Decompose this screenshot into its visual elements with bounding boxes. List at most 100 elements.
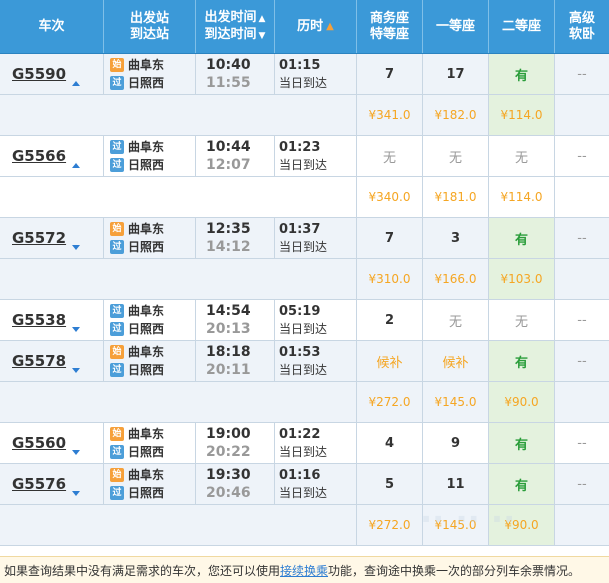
header-adv-soft: 高级 软卧 (568, 10, 595, 42)
duration-cell: 01:16 当日到达 (275, 464, 357, 504)
train-code-link[interactable]: G5590 (12, 65, 66, 83)
from-station: 始曲阜东 (110, 222, 164, 237)
seat-cell: 有 (489, 54, 555, 94)
table-row: G5560 始曲阜东 过日照西 19:00 20:22 01:22 当日到达 4… (0, 423, 609, 464)
station-badge-icon: 过 (110, 445, 124, 459)
seat-cell: 有 (489, 464, 555, 504)
header-train: 车次 (0, 0, 104, 53)
header-arrive-time-sort[interactable]: 到达时间 ▼ (205, 27, 266, 44)
price-first: ¥181.0 (423, 177, 489, 217)
duration-value: 01:37 (279, 221, 321, 237)
price-second: ¥103.0 (489, 259, 555, 299)
train-cell: G5578 (0, 341, 104, 381)
table-row: G5538 过曲阜东 过日照西 14:54 20:13 05:19 当日到达 2… (0, 300, 609, 341)
price-row: ¥341.0 ¥182.0 ¥114.0 (0, 95, 609, 136)
price-row: ¥310.0 ¥166.0 ¥103.0 (0, 259, 609, 300)
expand-toggle-icon[interactable] (72, 163, 80, 168)
station-badge-icon: 过 (110, 322, 124, 336)
depart-time: 10:44 (206, 138, 251, 155)
times-cell: 10:40 11:55 (196, 54, 275, 94)
from-station: 始曲阜东 (110, 58, 164, 73)
arrival-note: 当日到达 (279, 485, 328, 500)
table-row: G5578 始曲阜东 过日照西 18:18 20:11 01:53 当日到达 候… (0, 341, 609, 382)
train-code-link[interactable]: G5578 (12, 352, 66, 370)
train-code-link[interactable]: G5538 (12, 311, 66, 329)
table-row: G5576 始曲阜东 过日照西 19:30 20:46 01:16 当日到达 5… (0, 464, 609, 505)
duration-cell: 01:53 当日到达 (275, 341, 357, 381)
seat-cell: 无 (489, 300, 555, 340)
price-business: ¥341.0 (357, 95, 423, 135)
duration-value: 01:22 (279, 426, 321, 442)
times-cell: 12:35 14:12 (196, 218, 275, 258)
transfer-link[interactable]: 接续换乘 (280, 562, 328, 579)
stations-cell: 始曲阜东 过日照西 (104, 218, 196, 258)
price-first: ¥166.0 (423, 259, 489, 299)
train-cell: G5572 (0, 218, 104, 258)
table-row: G5572 始曲阜东 过日照西 12:35 14:12 01:37 当日到达 7… (0, 218, 609, 259)
expand-toggle-icon[interactable] (72, 327, 80, 332)
depart-time: 19:00 (206, 425, 251, 442)
price-second: ¥114.0 (489, 95, 555, 135)
seat-cell: 无 (423, 136, 489, 176)
depart-time: 19:30 (206, 466, 251, 483)
station-badge-icon: 过 (110, 240, 124, 254)
header-time: 出发时间 ▲ 到达时间 ▼ (196, 0, 275, 53)
stations-cell: 始曲阜东 过日照西 (104, 54, 196, 94)
to-station: 过日照西 (110, 240, 164, 255)
header-depart-time-sort[interactable]: 出发时间 ▲ (205, 10, 266, 27)
arrival-note: 当日到达 (279, 157, 328, 172)
expand-toggle-icon[interactable] (72, 368, 80, 373)
seat-cell: -- (577, 353, 587, 369)
sort-up-icon: ▲ (258, 13, 266, 24)
from-station: 过曲阜东 (110, 304, 164, 319)
times-cell: 18:18 20:11 (196, 341, 275, 381)
stations-cell: 始曲阜东 过日照西 (104, 341, 196, 381)
train-code-link[interactable]: G5572 (12, 229, 66, 247)
duration-cell: 01:15 当日到达 (275, 54, 357, 94)
sort-up-icon: ▲ (326, 20, 334, 32)
to-station: 过日照西 (110, 322, 164, 337)
duration-value: 01:16 (279, 467, 321, 483)
stations-cell: 过曲阜东 过日照西 (104, 300, 196, 340)
arrive-time: 20:13 (206, 320, 251, 337)
table-header: 车次 出发站 到达站 出发时间 ▲ 到达时间 ▼ 历时 ▲ 商务座 特等座 一等座 二… (0, 0, 609, 54)
expand-toggle-icon[interactable] (72, 450, 80, 455)
expand-toggle-icon[interactable] (72, 245, 80, 250)
from-station: 始曲阜东 (110, 427, 164, 442)
duration-cell: 05:19 当日到达 (275, 300, 357, 340)
train-cell: G5560 (0, 423, 104, 463)
train-cell: G5538 (0, 300, 104, 340)
arrive-time: 12:07 (206, 156, 251, 173)
seat-cell: 7 (357, 54, 423, 94)
duration-cell: 01:37 当日到达 (275, 218, 357, 258)
to-station: 过日照西 (110, 445, 164, 460)
header-business: 商务座 特等座 (357, 0, 423, 53)
price-row: ¥272.0 ¥145.0 ¥90.0 (0, 505, 609, 546)
header-train-label: 车次 (38, 18, 65, 34)
train-cell: G5590 (0, 54, 104, 94)
seat-cell: 7 (357, 218, 423, 258)
seat-cell: 有 (489, 423, 555, 463)
expand-toggle-icon[interactable] (72, 81, 80, 86)
arrival-note: 当日到达 (279, 362, 328, 377)
arrival-note: 当日到达 (279, 239, 328, 254)
expand-toggle-icon[interactable] (72, 491, 80, 496)
arrival-note: 当日到达 (279, 444, 328, 459)
train-code-link[interactable]: G5566 (12, 147, 66, 165)
arrival-note: 当日到达 (279, 321, 328, 336)
seat-cell: 4 (357, 423, 423, 463)
header-second: 二等座 (489, 0, 555, 53)
price-business: ¥272.0 (357, 505, 423, 545)
train-code-link[interactable]: G5576 (12, 475, 66, 493)
price-first: ¥182.0 (423, 95, 489, 135)
header-duration-sort[interactable]: 历时 ▲ (275, 0, 357, 53)
arrival-note: 当日到达 (279, 75, 328, 90)
seat-cell: 无 (423, 300, 489, 340)
price-second: ¥90.0 (489, 382, 555, 422)
station-badge-icon: 始 (110, 427, 124, 441)
depart-time: 18:18 (206, 343, 251, 360)
seat-cell: -- (577, 312, 587, 328)
times-cell: 14:54 20:13 (196, 300, 275, 340)
train-code-link[interactable]: G5560 (12, 434, 66, 452)
arrive-time: 20:46 (206, 484, 251, 501)
